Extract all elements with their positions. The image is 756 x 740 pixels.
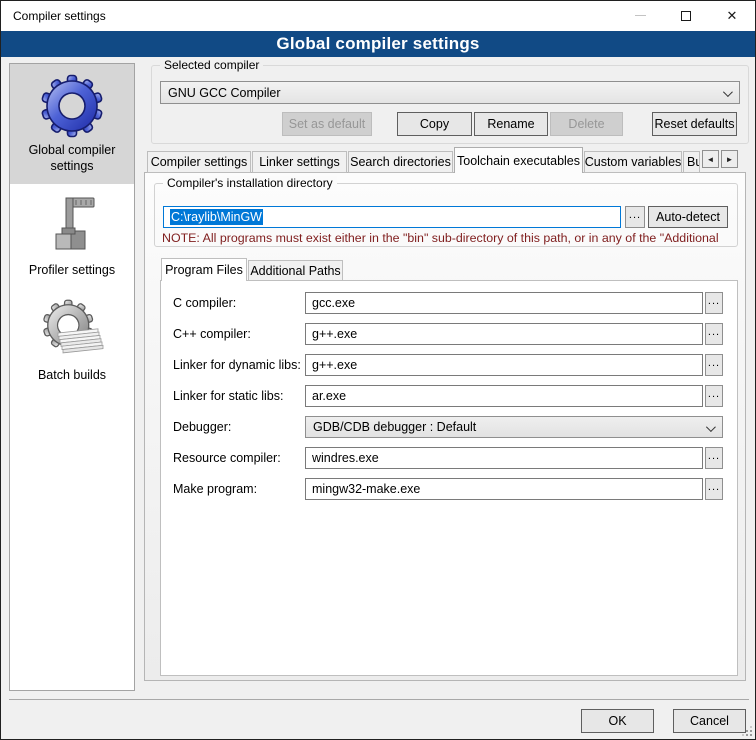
selected-compiler-group-label: Selected compiler bbox=[160, 58, 263, 72]
resource-compiler-input[interactable] bbox=[305, 447, 703, 469]
auto-detect-button[interactable]: Auto-detect bbox=[648, 206, 728, 228]
static-linker-browse-button[interactable]: ... bbox=[705, 385, 723, 407]
selected-compiler-group: Selected compiler GNU GCC Compiler Set a… bbox=[151, 65, 749, 144]
compiler-settings-dialog: Compiler settings ✕ Global compiler sett… bbox=[0, 0, 756, 740]
set-as-default-button[interactable]: Set as default bbox=[282, 112, 372, 136]
tab-linker-settings[interactable]: Linker settings bbox=[252, 151, 347, 173]
resize-grip[interactable] bbox=[742, 726, 752, 736]
sidebar-item-label: Profiler settings bbox=[14, 263, 130, 279]
resource-compiler-label: Resource compiler: bbox=[173, 451, 281, 465]
note-text: NOTE: All programs must exist either in … bbox=[162, 231, 730, 245]
installation-directory-value: C:\raylib\MinGW bbox=[170, 209, 263, 225]
sidebar-item-profiler-settings[interactable]: Profiler settings bbox=[10, 184, 134, 289]
copy-button[interactable]: Copy bbox=[397, 112, 472, 136]
debugger-label: Debugger: bbox=[173, 420, 231, 434]
chevron-down-icon bbox=[706, 422, 716, 432]
blue-gear-icon bbox=[40, 74, 104, 138]
ok-button[interactable]: OK bbox=[581, 709, 654, 733]
compiler-select-value: GNU GCC Compiler bbox=[168, 86, 281, 100]
c-compiler-label: C compiler: bbox=[173, 296, 236, 310]
dynamic-linker-browse-button[interactable]: ... bbox=[705, 354, 723, 376]
make-program-label: Make program: bbox=[173, 482, 257, 496]
c-compiler-browse-button[interactable]: ... bbox=[705, 292, 723, 314]
sidebar-item-global-compiler-settings[interactable]: Global compiler settings bbox=[10, 64, 134, 184]
program-files-panel: C compiler: ... C++ compiler: ... Linker… bbox=[160, 280, 738, 676]
caliper-icon bbox=[40, 194, 104, 258]
c-compiler-input[interactable] bbox=[305, 292, 703, 314]
resource-compiler-browse-button[interactable]: ... bbox=[705, 447, 723, 469]
page-title: Global compiler settings bbox=[276, 34, 479, 54]
compiler-select[interactable]: GNU GCC Compiler bbox=[160, 81, 740, 104]
delete-button[interactable]: Delete bbox=[550, 112, 623, 136]
cpp-compiler-input[interactable] bbox=[305, 323, 703, 345]
tab-compiler-settings[interactable]: Compiler settings bbox=[147, 151, 251, 173]
sidebar-item-label: Global compiler settings bbox=[14, 143, 130, 174]
cpp-compiler-label: C++ compiler: bbox=[173, 327, 251, 341]
sidebar-item-batch-builds[interactable]: Batch builds bbox=[10, 289, 134, 394]
close-button[interactable]: ✕ bbox=[709, 1, 755, 30]
installation-directory-group-label: Compiler's installation directory bbox=[163, 176, 337, 190]
installation-directory-input[interactable]: C:\raylib\MinGW bbox=[163, 206, 621, 228]
gear-paper-stack-icon bbox=[40, 299, 104, 363]
rename-button[interactable]: Rename bbox=[474, 112, 548, 136]
browse-directory-button[interactable]: ... bbox=[625, 206, 645, 228]
close-icon: ✕ bbox=[727, 9, 738, 22]
tab-search-directories[interactable]: Search directories bbox=[348, 151, 453, 173]
tab-toolchain-executables[interactable]: Toolchain executables bbox=[454, 147, 583, 173]
tab-build-options[interactable]: Build options bbox=[683, 151, 700, 173]
static-linker-label: Linker for static libs: bbox=[173, 389, 283, 403]
maximize-icon bbox=[681, 11, 691, 21]
minimize-icon bbox=[635, 15, 646, 16]
make-program-browse-button[interactable]: ... bbox=[705, 478, 723, 500]
make-program-input[interactable] bbox=[305, 478, 703, 500]
debugger-select-value: GDB/CDB debugger : Default bbox=[313, 420, 476, 434]
tab-scroll-right-icon[interactable]: ► bbox=[721, 150, 738, 168]
cpp-compiler-browse-button[interactable]: ... bbox=[705, 323, 723, 345]
maximize-button[interactable] bbox=[663, 1, 709, 30]
title-bar[interactable]: Compiler settings ✕ bbox=[1, 1, 755, 31]
tab-program-files[interactable]: Program Files bbox=[161, 258, 247, 281]
window-title: Compiler settings bbox=[13, 9, 106, 23]
page-header: Global compiler settings bbox=[1, 31, 755, 57]
cancel-button[interactable]: Cancel bbox=[673, 709, 746, 733]
reset-defaults-button[interactable]: Reset defaults bbox=[652, 112, 737, 136]
settings-category-list: Global compiler settings Profiler settin… bbox=[9, 63, 135, 691]
dynamic-linker-label: Linker for dynamic libs: bbox=[173, 358, 301, 372]
tab-custom-variables[interactable]: Custom variables bbox=[584, 151, 682, 173]
footer-divider bbox=[9, 699, 749, 700]
sidebar-item-label: Batch builds bbox=[14, 368, 130, 384]
minimize-button[interactable] bbox=[617, 1, 663, 30]
debugger-select[interactable]: GDB/CDB debugger : Default bbox=[305, 416, 723, 438]
tab-additional-paths[interactable]: Additional Paths bbox=[248, 260, 343, 281]
chevron-down-icon bbox=[723, 87, 733, 97]
dynamic-linker-input[interactable] bbox=[305, 354, 703, 376]
tab-scroll-left-icon[interactable]: ◄ bbox=[702, 150, 719, 168]
static-linker-input[interactable] bbox=[305, 385, 703, 407]
